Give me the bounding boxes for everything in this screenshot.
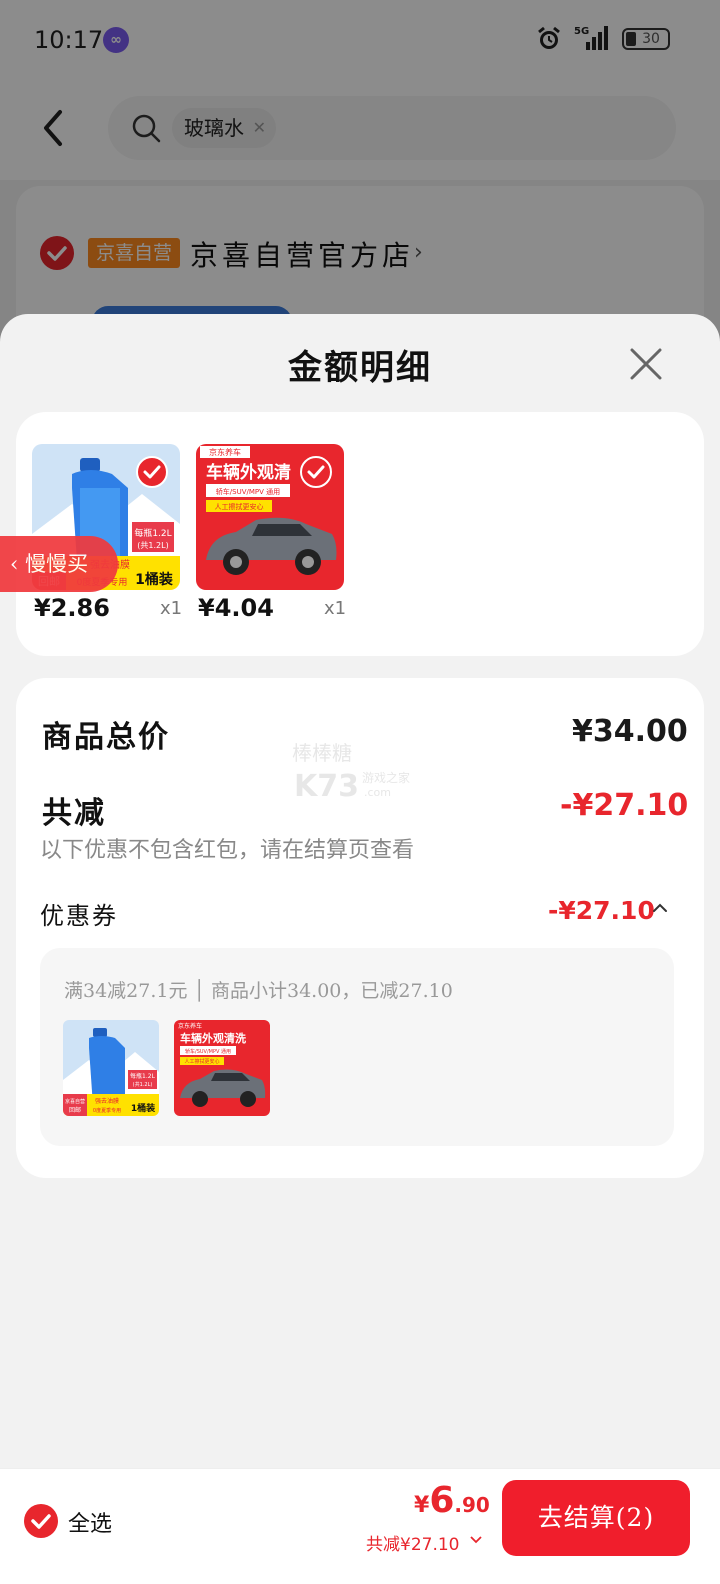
- discount-value: -¥27.10: [560, 788, 689, 823]
- chevron-down-icon[interactable]: [470, 1533, 482, 1545]
- product-price: ¥2.86: [34, 594, 110, 622]
- slow-buy-label: 慢慢买: [25, 552, 89, 576]
- select-all-checkbox[interactable]: [24, 1504, 58, 1538]
- discount-label: 共减: [42, 796, 106, 831]
- car-wash-image: 京东养车 车辆外观清洗 轿车/SUV/MPV 通用 人工擦拭更安心: [174, 1020, 270, 1116]
- product-checkbox[interactable]: [136, 456, 168, 488]
- total-integer: 6: [429, 1480, 455, 1521]
- watermark-line3: 游戏之家: [362, 770, 410, 785]
- coupon1-tag-4: 回邮: [69, 1106, 81, 1114]
- coupon-value: -¥27.10: [548, 896, 655, 925]
- total-label: 商品总价: [42, 720, 170, 755]
- close-icon[interactable]: [626, 344, 666, 384]
- product2-tag-4: 人工擦拭更安心: [215, 502, 264, 511]
- coupon1-tag-2: (共1.2L): [133, 1081, 153, 1088]
- total-currency: ¥: [414, 1493, 430, 1518]
- watermark-line4: .com: [364, 786, 391, 799]
- checkout-button[interactable]: 去结算(2): [502, 1480, 690, 1556]
- product-qty: x1: [160, 598, 183, 619]
- coupon2-tag-4: 人工擦拭更安心: [184, 1058, 219, 1065]
- product2-tag-2: 车辆外观清: [206, 462, 291, 483]
- coupon2-tag-1: 京东养车: [178, 1022, 202, 1030]
- product-qty: x1: [324, 598, 347, 619]
- coupon1-tag-3: 京喜自营: [65, 1098, 85, 1105]
- check-icon: [143, 465, 161, 479]
- coupon2-tag-3: 轿车/SUV/MPV 通用: [185, 1048, 231, 1055]
- total-price: ¥6.90: [414, 1480, 490, 1521]
- sheet-title: 金额明细: [288, 348, 432, 388]
- coupon2-tag-2: 车辆外观清洗: [180, 1031, 246, 1045]
- chevron-left-icon: ‹: [10, 552, 26, 576]
- select-all-label[interactable]: 全选: [68, 1506, 112, 1538]
- watermark-line1: 棒棒糖: [292, 741, 352, 765]
- chevron-up-icon[interactable]: [652, 898, 668, 918]
- discount-note: 以下优惠不包含红包，请在结算页查看: [40, 838, 415, 863]
- watermark-logo: 棒棒糖 K73 游戏之家 .com: [292, 741, 410, 802]
- coupon-product-thumbnail: 每瓶1.2L (共1.2L) 京喜自营 回邮 强去油膜 0度夏季专用 1桶装: [63, 1020, 159, 1116]
- saved-amount[interactable]: 共减¥27.10: [366, 1530, 459, 1555]
- coupon1-tag-1: 每瓶1.2L: [130, 1072, 156, 1080]
- coupon1-tag-5: 强去油膜: [95, 1097, 119, 1105]
- product1-tag-2: (共1.2L): [137, 541, 168, 550]
- product-checkbox[interactable]: [300, 456, 332, 488]
- coupon-label: 优惠券: [40, 902, 118, 930]
- coupon-product-thumbnail: 京东养车 车辆外观清洗 轿车/SUV/MPV 通用 人工擦拭更安心: [174, 1020, 270, 1116]
- check-icon: [307, 465, 325, 479]
- total-value: ¥34.00: [572, 714, 688, 749]
- product2-tag-1: 京东养车: [209, 447, 241, 457]
- watermark-line2: K73: [294, 769, 359, 802]
- product1-tag-1: 每瓶1.2L: [134, 527, 171, 539]
- product-price: ¥4.04: [198, 594, 274, 622]
- slow-buy-float-button[interactable]: ‹ 慢慢买: [0, 536, 118, 592]
- washer-fluid-image: 每瓶1.2L (共1.2L) 京喜自营 回邮 强去油膜 0度夏季专用 1桶装: [63, 1020, 159, 1116]
- total-decimal: .90: [454, 1493, 490, 1517]
- coupon-detail-text: 满34减27.1元 │ 商品小计34.00，已减27.10: [64, 980, 453, 1002]
- product2-tag-3: 轿车/SUV/MPV 通用: [216, 487, 280, 496]
- check-icon: [31, 1514, 51, 1529]
- coupon1-tag-7: 1桶装: [131, 1102, 156, 1114]
- product1-tag-6: 1桶装: [135, 571, 174, 588]
- coupon1-tag-6: 0度夏季专用: [93, 1107, 121, 1114]
